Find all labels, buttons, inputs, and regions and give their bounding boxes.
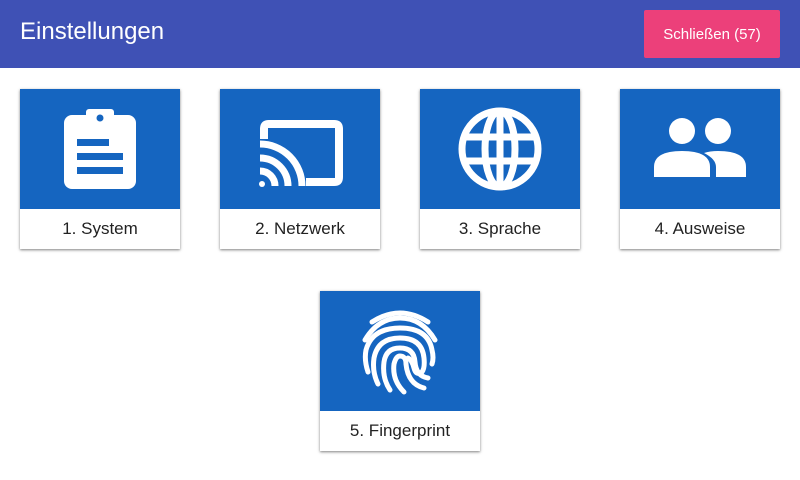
tile-ids[interactable]: 4. Ausweise	[620, 89, 780, 249]
tile-system[interactable]: 1. System	[20, 89, 180, 249]
tile-label: 4. Ausweise	[654, 219, 746, 238]
tile-icon-area	[420, 89, 580, 209]
tile-label: 5. Fingerprint	[349, 421, 451, 440]
tile-network[interactable]: 2. Netzwerk	[220, 89, 380, 249]
fingerprint-icon	[362, 310, 438, 395]
tile-icon-area	[220, 89, 380, 209]
people-icon	[654, 118, 746, 177]
close-button[interactable]: Schließen (57)	[644, 10, 780, 58]
tile-label: 2. Netzwerk	[255, 219, 345, 238]
tile-icon-area	[620, 89, 780, 209]
tile-icon-area	[320, 291, 480, 411]
app-header: Einstellungen Schließen (57)	[0, 0, 800, 68]
cast-icon	[259, 120, 343, 187]
tile-fingerprint[interactable]: 5. Fingerprint	[320, 291, 480, 451]
tile-label: 1. System	[62, 219, 138, 238]
page-title: Einstellungen	[20, 18, 165, 45]
tile-language[interactable]: 3. Sprache	[420, 89, 580, 249]
tile-label: 3. Sprache	[458, 219, 542, 238]
clipboard-icon	[64, 109, 136, 189]
globe-icon	[458, 107, 542, 191]
tile-icon-area	[20, 89, 180, 209]
